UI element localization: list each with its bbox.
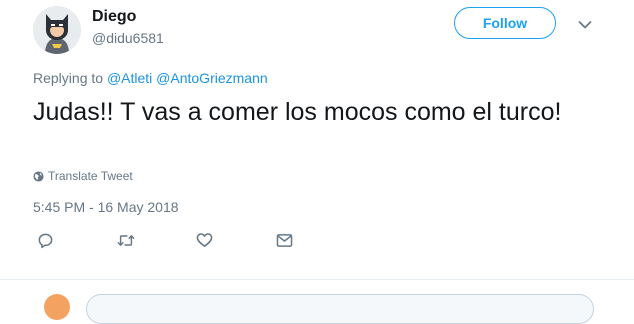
author-name[interactable]: Diego bbox=[92, 8, 136, 26]
author-handle[interactable]: @didu6581 bbox=[92, 30, 164, 46]
tweet-menu-button[interactable] bbox=[574, 17, 596, 33]
reply-icon bbox=[38, 233, 52, 248]
like-button[interactable] bbox=[195, 231, 213, 249]
reply-button[interactable] bbox=[36, 231, 54, 249]
direct-message-button[interactable] bbox=[275, 231, 293, 249]
current-user-avatar bbox=[44, 294, 70, 320]
chevron-down-icon bbox=[578, 21, 592, 29]
reply-mention-atleti[interactable]: @Atleti bbox=[107, 70, 152, 86]
retweet-button[interactable] bbox=[117, 231, 135, 249]
replying-to-label: Replying to bbox=[33, 70, 104, 86]
reply-mention-antogriezmann[interactable]: @AntoGriezmann bbox=[156, 70, 267, 86]
retweet-icon bbox=[117, 234, 135, 246]
author-avatar[interactable] bbox=[33, 6, 81, 54]
tweet-text: Judas!! T vas a comer los mocos como el … bbox=[33, 98, 562, 126]
tweet-timestamp[interactable]: 5:45 PM - 16 May 2018 bbox=[33, 199, 179, 215]
globe-icon bbox=[33, 170, 44, 182]
direct-message-icon bbox=[276, 233, 292, 247]
like-icon bbox=[196, 233, 212, 247]
batman-avatar-image bbox=[33, 6, 81, 54]
translate-tweet-link[interactable]: Translate Tweet bbox=[33, 169, 133, 183]
translate-tweet-label[interactable]: Translate Tweet bbox=[48, 169, 133, 183]
replying-to-line: Replying to @Atleti @AntoGriezmann bbox=[33, 70, 268, 86]
follow-button[interactable]: Follow bbox=[454, 7, 556, 39]
